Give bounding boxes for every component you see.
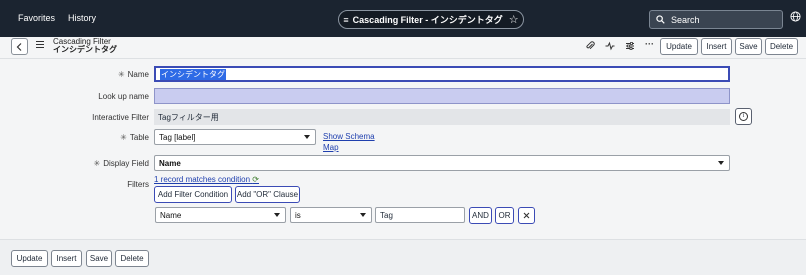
footer-save-button[interactable]: Save bbox=[86, 250, 112, 267]
name-label: ✳ Name bbox=[117, 70, 149, 79]
form-title: Cascading Filter インシデントタグ bbox=[53, 38, 117, 54]
required-icon: ✳ bbox=[93, 159, 101, 168]
settings-sliders-icon[interactable] bbox=[625, 41, 635, 53]
header-save-button[interactable]: Save bbox=[735, 38, 762, 55]
display-field-select[interactable]: Name bbox=[154, 155, 730, 171]
display-field-label: ✳ Display Field bbox=[93, 159, 150, 168]
remove-condition-button[interactable] bbox=[518, 207, 535, 224]
chevron-down-icon bbox=[304, 135, 310, 139]
form-menu-icon[interactable] bbox=[36, 41, 44, 50]
attachment-icon[interactable] bbox=[586, 41, 595, 53]
nav-history[interactable]: History bbox=[68, 13, 96, 23]
search-label: Search bbox=[671, 14, 700, 25]
form-header: Cascading Filter インシデントタグ ··· Update Ins… bbox=[0, 37, 806, 59]
close-icon bbox=[523, 212, 530, 219]
context-title-pill[interactable]: ≡ Cascading Filter - インシデントタグ ☆ bbox=[338, 10, 524, 29]
add-or-clause-button[interactable]: Add "OR" Clause bbox=[235, 186, 300, 203]
chevron-down-icon bbox=[718, 161, 724, 165]
lookup-name-label: Look up name bbox=[98, 92, 149, 101]
chevron-left-icon bbox=[16, 42, 22, 51]
condition-field-select[interactable]: Name bbox=[155, 207, 286, 223]
nav-favorites[interactable]: Favorites bbox=[18, 13, 55, 23]
context-title: Cascading Filter - インシデントタグ bbox=[352, 15, 503, 25]
globe-icon[interactable] bbox=[790, 11, 801, 22]
or-button[interactable]: OR bbox=[495, 207, 514, 224]
table-label: ✳ Table bbox=[120, 133, 149, 142]
form-body: ✳ Name インシデントタグ Look up name Interactive … bbox=[0, 59, 806, 239]
header-update-button[interactable]: Update bbox=[660, 38, 698, 55]
global-search[interactable]: Search bbox=[649, 10, 783, 29]
search-icon bbox=[656, 15, 665, 24]
chevron-down-icon bbox=[360, 213, 366, 217]
refresh-icon: ⟳ bbox=[252, 175, 259, 184]
footer-update-button[interactable]: Update bbox=[11, 250, 48, 267]
footer-delete-button[interactable]: Delete bbox=[115, 250, 149, 267]
info-icon: i bbox=[739, 112, 748, 121]
interactive-filter-label: Interactive Filter bbox=[92, 113, 149, 122]
name-value: インシデントタグ bbox=[160, 68, 226, 80]
add-filter-condition-button[interactable]: Add Filter Condition bbox=[154, 186, 232, 203]
condition-operator-select[interactable]: is bbox=[290, 207, 372, 223]
info-button[interactable]: i bbox=[735, 108, 752, 125]
footer-insert-button[interactable]: Insert bbox=[51, 250, 82, 267]
required-icon: ✳ bbox=[120, 133, 127, 142]
more-options-icon[interactable]: ··· bbox=[645, 39, 654, 49]
name-input[interactable]: インシデントタグ bbox=[154, 66, 730, 82]
form-footer: Update Insert Save Delete bbox=[0, 239, 806, 275]
record-matches-link[interactable]: 1 record matches condition ⟳ bbox=[154, 175, 259, 184]
activity-icon[interactable] bbox=[605, 41, 615, 53]
header-insert-button[interactable]: Insert bbox=[701, 38, 732, 55]
back-button[interactable] bbox=[11, 38, 28, 55]
and-button[interactable]: AND bbox=[469, 207, 492, 224]
condition-value-input[interactable]: Tag bbox=[375, 207, 465, 223]
top-navigation: Favorites History ≡ Cascading Filter - イ… bbox=[0, 0, 806, 37]
show-schema-link[interactable]: Show Schema bbox=[323, 132, 375, 141]
table-select[interactable]: Tag [label] bbox=[154, 129, 316, 145]
star-icon[interactable]: ☆ bbox=[509, 13, 519, 26]
header-delete-button[interactable]: Delete bbox=[765, 38, 798, 55]
chevron-down-icon bbox=[274, 213, 280, 217]
interactive-filter-field[interactable]: Tagフィルター用 bbox=[154, 109, 730, 125]
lookup-name-input[interactable] bbox=[154, 88, 730, 104]
map-link[interactable]: Map bbox=[323, 143, 339, 152]
form-title-record: インシデントタグ bbox=[53, 45, 117, 54]
filters-label: Filters bbox=[127, 180, 149, 189]
list-icon: ≡ bbox=[343, 14, 349, 25]
required-icon: ✳ bbox=[117, 70, 125, 79]
